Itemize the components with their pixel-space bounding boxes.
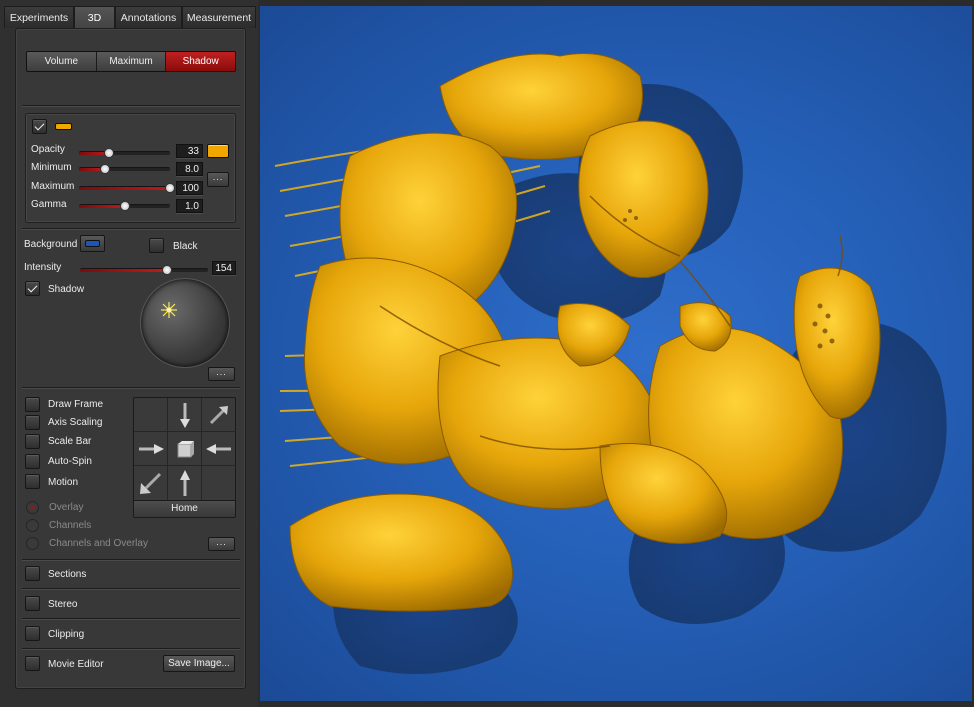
maximum-value[interactable]: 100 (176, 181, 203, 195)
gamma-value[interactable]: 1.0 (176, 199, 203, 213)
arrow-diagonal-icon (209, 405, 228, 424)
shadow-checkbox[interactable] (25, 281, 40, 296)
minimum-label: Minimum (31, 162, 72, 173)
nav-empty (202, 466, 236, 500)
opacity-value[interactable]: 33 (176, 144, 203, 158)
black-label: Black (173, 241, 198, 252)
divider (22, 559, 240, 560)
intensity-label: Intensity (24, 262, 62, 273)
divider (22, 618, 240, 619)
motion-more-button[interactable]: ... (208, 537, 235, 551)
3d-viewport[interactable] (260, 6, 972, 701)
maximum-label: Maximum (31, 181, 75, 192)
movie-editor-label: Movie Editor (48, 659, 104, 670)
maximum-slider[interactable] (79, 183, 175, 193)
light-direction-control[interactable] (140, 278, 230, 368)
divider (22, 648, 240, 649)
channel-settings: Opacity 33 Minimum 8.0 ... Maximum 100 G… (25, 113, 236, 223)
minimum-value[interactable]: 8.0 (176, 162, 203, 176)
minimum-slider[interactable] (79, 164, 170, 174)
scale-bar-label: Scale Bar (48, 436, 92, 447)
divider (22, 588, 240, 589)
rotate-left-arrow-icon[interactable] (202, 432, 236, 466)
divider (22, 387, 240, 388)
save-image-button[interactable]: Save Image... (163, 655, 235, 672)
background-label: Background (24, 239, 78, 250)
navigation-pad: Home (133, 397, 236, 518)
channel-more-button[interactable]: ... (207, 172, 229, 187)
channel-enable-checkbox[interactable] (32, 119, 47, 134)
tab-experiments[interactable]: Experiments (4, 6, 74, 28)
home-button[interactable]: Home (134, 500, 235, 517)
arrow-down-icon (179, 402, 190, 428)
tab-bar: Experiments 3D Annotations Measurement (4, 6, 256, 28)
background-color-button[interactable] (80, 235, 105, 252)
clipping-label: Clipping (48, 629, 85, 640)
overlay-label: Overlay (49, 502, 84, 513)
volume-rendering (274, 53, 947, 674)
center-cube-icon[interactable] (168, 432, 202, 466)
gamma-slider[interactable] (79, 201, 170, 211)
settings-panel: Volume Maximum Shadow Opacity 33 Minimum… (15, 28, 246, 689)
channels-label: Channels (49, 520, 92, 531)
arrow-left-icon (206, 443, 231, 454)
sections-checkbox[interactable] (25, 566, 40, 581)
channels-and-overlay-radio[interactable] (26, 537, 39, 550)
tab-measurement[interactable]: Measurement (182, 6, 256, 28)
auto-spin-label: Auto-Spin (48, 456, 92, 467)
shadow-more-button[interactable]: ... (208, 367, 235, 381)
arrow-diagonal-icon (139, 472, 161, 494)
draw-frame-label: Draw Frame (48, 399, 104, 410)
rotate-right-arrow-icon[interactable] (134, 432, 168, 466)
cube-icon (177, 440, 194, 457)
auto-spin-checkbox[interactable] (25, 454, 40, 469)
intensity-slider[interactable] (80, 265, 208, 275)
motion-label: Motion (48, 477, 79, 488)
intensity-value[interactable]: 154 (212, 261, 236, 275)
sections-label: Sections (48, 569, 87, 580)
motion-checkbox[interactable] (25, 474, 40, 489)
axis-scaling-checkbox[interactable] (25, 415, 40, 430)
render-mode-shadow[interactable]: Shadow (166, 52, 235, 71)
channel-color-indicator (55, 123, 72, 130)
channel-color-button[interactable] (207, 144, 229, 158)
channels-radio[interactable] (26, 519, 39, 532)
specimen-volume (289, 53, 881, 612)
clipping-checkbox[interactable] (25, 626, 40, 641)
arrow-right-icon (138, 443, 164, 454)
light-source-icon (161, 302, 177, 318)
rotate-up-arrow-icon[interactable] (168, 466, 202, 500)
draw-frame-checkbox[interactable] (25, 397, 40, 412)
shadow-label: Shadow (48, 284, 85, 295)
opacity-slider[interactable] (79, 148, 170, 158)
opacity-label: Opacity (31, 144, 65, 155)
gamma-label: Gamma (31, 199, 67, 210)
render-mode-maximum[interactable]: Maximum (96, 52, 167, 71)
render-mode-selector: Volume Maximum Shadow (26, 51, 236, 72)
axis-scaling-label: Axis Scaling (48, 417, 103, 428)
rotate-diagonal-down-left-icon[interactable] (134, 466, 168, 500)
tab-annotations[interactable]: Annotations (115, 6, 182, 28)
channels-and-overlay-label: Channels and Overlay (49, 538, 148, 549)
movie-editor-checkbox[interactable] (25, 656, 40, 671)
background-color-swatch (85, 240, 100, 247)
rotate-diagonal-up-right-icon[interactable] (202, 398, 236, 432)
arrow-up-icon (179, 470, 190, 496)
side-panel: Experiments 3D Annotations Measurement V… (0, 0, 258, 707)
divider (22, 105, 240, 106)
overlay-radio[interactable] (26, 501, 39, 514)
stereo-label: Stereo (48, 599, 78, 610)
scale-bar-checkbox[interactable] (25, 434, 40, 449)
nav-empty (134, 398, 168, 432)
tab-3d[interactable]: 3D (74, 6, 115, 28)
rotate-down-arrow-icon[interactable] (168, 398, 202, 432)
black-checkbox[interactable] (149, 238, 164, 253)
divider (22, 228, 240, 229)
stereo-checkbox[interactable] (25, 596, 40, 611)
render-mode-volume[interactable]: Volume (27, 52, 97, 71)
